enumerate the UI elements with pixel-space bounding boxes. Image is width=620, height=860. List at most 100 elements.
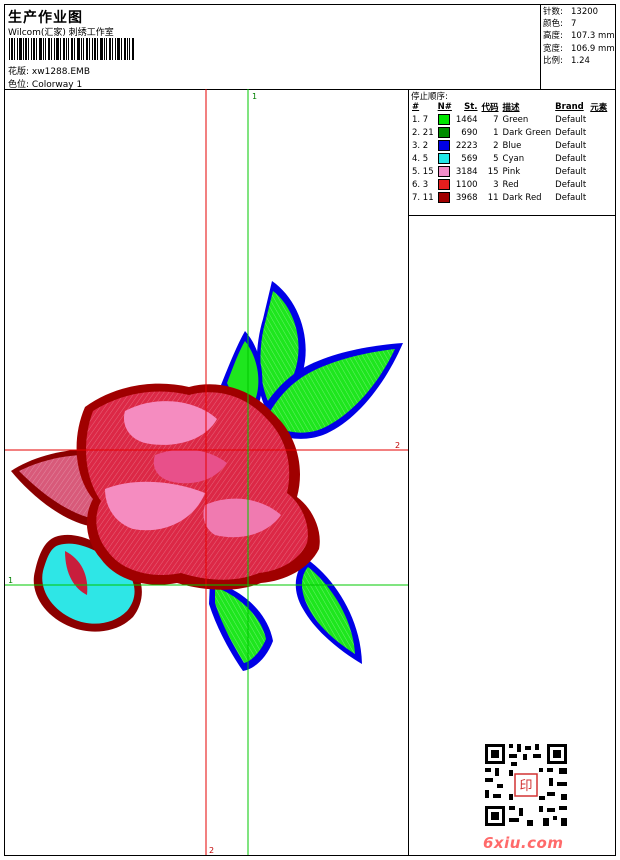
design-file: 花版: xw1288.EMB — [8, 64, 90, 77]
cell-num: 6. 3 — [412, 179, 429, 190]
cell-stitches: 690 — [461, 127, 478, 138]
cell-stitches: 569 — [461, 153, 478, 164]
guide-label-green-top: 1 — [252, 92, 257, 101]
color-swatch — [437, 140, 450, 151]
stat-value: 13200 — [571, 7, 599, 17]
cell-brand: Default — [555, 192, 587, 203]
cell-brand: Default — [555, 153, 587, 164]
table-row: 4. 5 569 5 Cyan Default — [410, 152, 609, 165]
table-header-row: # N# St. 代码 描述 Brand 元素 — [410, 101, 609, 113]
cell-desc: Red — [502, 179, 519, 190]
watermark-logo: 6xiu.com — [483, 834, 564, 852]
production-sheet: 生产作业图 Wilcom(汇家) 刺绣工作室 花版: xw1288.EMB 色位… — [4, 4, 616, 856]
cell-element — [588, 191, 609, 204]
cell-element — [588, 165, 609, 178]
col-header: # — [412, 102, 420, 112]
cell-element — [588, 178, 609, 191]
col-header: Brand — [555, 102, 584, 112]
design-preview: 1 1 2 2 — [5, 89, 409, 855]
stat-label: 高度: — [543, 31, 563, 42]
cell-stitches: 2223 — [455, 140, 478, 151]
cell-brand: Default — [555, 114, 587, 125]
col-header: 元素 — [590, 103, 608, 113]
color-swatch — [437, 153, 450, 164]
color-sequence-table: # N# St. 代码 描述 Brand 元素 1. 7 1464 7 Gree… — [410, 101, 609, 204]
color-sequence-panel: 停止顺序: # N# St. 代码 描述 Brand 元素 1. 7 1464 — [409, 89, 615, 216]
cell-desc: Dark Green — [502, 127, 552, 138]
cell-stitches: 1464 — [455, 114, 478, 125]
stat-label: 针数: — [543, 7, 563, 17]
col-header: 描述 — [502, 103, 520, 113]
stat-label: 比例: — [543, 55, 563, 66]
color-swatch — [437, 166, 450, 177]
cell-stitches: 3968 — [455, 192, 478, 203]
table-row: 5. 15 3184 15 Pink Default — [410, 165, 609, 178]
design-value: xw1288.EMB — [31, 67, 90, 77]
table-row: 3. 2 2223 2 Blue Default — [410, 139, 609, 152]
stat-value: 106.9 mm — [571, 43, 615, 54]
cell-element — [588, 139, 609, 152]
cell-num: 1. 7 — [412, 114, 429, 125]
color-swatch — [437, 127, 450, 138]
cell-num: 3. 2 — [412, 140, 429, 151]
cell-swatch — [436, 178, 454, 191]
col-header: 代码 — [481, 103, 499, 113]
cell-desc: Pink — [502, 166, 521, 177]
color-swatch — [437, 114, 450, 125]
cell-stitches: 1100 — [455, 179, 478, 190]
stat-height: 高度: 107.3 mm — [543, 30, 615, 42]
cell-code: 15 — [487, 166, 499, 177]
cell-code: 2 — [493, 140, 499, 151]
table-row: 7. 11 3968 11 Dark Red Default — [410, 191, 609, 204]
cell-swatch — [436, 113, 454, 126]
stat-colors: 颜色: 7 — [543, 18, 615, 30]
cell-element — [588, 126, 609, 139]
stats-panel: 针数: 13200 颜色: 7 高度: 107.3 mm 宽度: 106.9 mm 比例… — [540, 5, 615, 89]
col-header: N# — [437, 102, 452, 112]
cell-num: 5. 15 — [412, 166, 434, 177]
cell-desc: Cyan — [502, 153, 525, 164]
col-header: St. — [464, 102, 478, 112]
cell-stitches: 3184 — [455, 166, 478, 177]
cell-element — [588, 152, 609, 165]
table-row: 6. 3 1100 3 Red Default — [410, 178, 609, 191]
cell-swatch — [436, 139, 454, 152]
cell-desc: Green — [502, 114, 529, 125]
cell-brand: Default — [555, 127, 587, 138]
cell-brand: Default — [555, 140, 587, 151]
cell-num: 2. 21 — [412, 127, 434, 138]
cell-num: 7. 11 — [412, 192, 434, 203]
stat-width: 宽度: 106.9 mm — [543, 43, 615, 55]
cell-desc: Blue — [502, 140, 522, 151]
stat-value: 107.3 mm — [571, 31, 615, 42]
barcode — [9, 38, 134, 60]
qr-code: 印 — [483, 742, 569, 828]
sheet-header: 生产作业图 Wilcom(汇家) 刺绣工作室 花版: xw1288.EMB 色位… — [5, 5, 615, 90]
cell-swatch — [436, 152, 454, 165]
stat-scale: 比例: 1.24 — [543, 55, 615, 67]
color-swatch — [437, 192, 450, 203]
cell-swatch — [436, 191, 454, 204]
stat-label: 颜色: — [543, 19, 563, 30]
qr-stamp-text: 印 — [519, 779, 532, 794]
stat-value: 7 — [571, 19, 577, 30]
guide-label-red-bottom: 2 — [209, 846, 214, 855]
guide-label-red-right: 2 — [395, 441, 400, 450]
cell-code: 3 — [493, 179, 499, 190]
stat-label: 宽度: — [543, 43, 563, 54]
color-swatch — [437, 179, 450, 190]
cell-brand: Default — [555, 166, 587, 177]
cell-code: 5 — [493, 153, 499, 164]
table-row: 2. 21 690 1 Dark Green Default — [410, 126, 609, 139]
stat-stitches: 针数: 13200 — [543, 6, 615, 18]
cell-element — [588, 113, 609, 126]
cell-code: 1 — [493, 127, 499, 138]
cell-swatch — [436, 126, 454, 139]
embroidery-preview: 1 1 2 2 — [5, 89, 408, 855]
guide-label-green-left: 1 — [8, 576, 13, 585]
cell-code: 11 — [487, 192, 499, 203]
cell-desc: Dark Red — [502, 192, 542, 203]
company-name: Wilcom(汇家) 刺绣工作室 — [8, 28, 114, 38]
cell-code: 7 — [493, 114, 499, 125]
page-title: 生产作业图 — [8, 10, 83, 26]
